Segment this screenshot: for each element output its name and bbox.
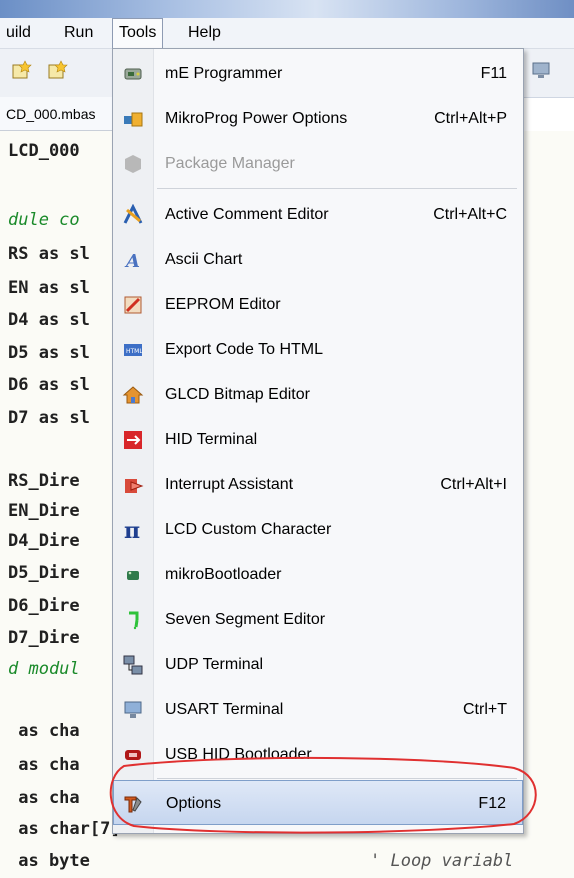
menu-item-shortcut: F12 [478,795,506,812]
menubar: uild Run Tools Help [0,18,574,50]
interrupt-icon [121,473,145,497]
pi-icon: π [121,518,145,542]
menu-item-options[interactable]: Options F12 [113,780,523,825]
menu-item-label: Export Code To HTML [165,341,323,358]
menu-item-label: Active Comment Editor [165,206,329,223]
menu-item-shortcut: Ctrl+Alt+C [433,206,507,223]
menu-tools[interactable]: Tools [112,18,164,50]
menu-item-usart-terminal[interactable]: USART Terminal Ctrl+T [113,687,523,732]
code-line: as cha [8,721,80,741]
menu-item-usb-hid-bootloader[interactable]: USB HID Bootloader [113,732,523,777]
editor-tab[interactable]: CD_000.mbas [0,97,112,131]
menu-item-mikroprog-power-options[interactable]: MikroProg Power Options Ctrl+Alt+P [113,96,523,141]
menu-item-label: HID Terminal [165,431,258,448]
code-line: D5_Dire [8,563,80,583]
menu-item-label: EEPROM Editor [165,296,281,313]
menu-item-shortcut: Ctrl+Alt+I [440,476,507,493]
svg-text:HTML: HTML [126,348,143,355]
svg-text:π: π [124,519,140,541]
menu-item-label: mE Programmer [165,65,283,82]
menu-item-label: mikroBootloader [165,566,282,583]
tools-dropdown-menu: mE Programmer F11 MikroProg Power Option… [112,48,524,834]
eeprom-icon [121,293,145,317]
monitor-icon[interactable] [530,59,552,81]
menu-run[interactable]: Run [58,18,99,48]
code-line: D5 as sl [8,343,90,363]
code-line: as cha [8,755,80,775]
menu-item-interrupt-assistant[interactable]: Interrupt Assistant Ctrl+Alt+I [113,462,523,507]
menu-item-ascii-chart[interactable]: A Ascii Chart [113,237,523,282]
code-line: EN as sl [8,278,90,298]
menu-item-eeprom-editor[interactable]: EEPROM Editor [113,282,523,327]
seven-segment-icon [121,608,145,632]
svg-text:A: A [124,251,140,271]
code-line: as char[7] [8,819,121,839]
code-line: as cha [8,788,80,808]
usb-icon [121,428,145,452]
code-line: D6_Dire [8,596,80,616]
menu-item-seven-segment-editor[interactable]: Seven Segment Editor [113,597,523,642]
menu-item-shortcut: Ctrl+Alt+P [434,110,507,127]
menu-item-active-comment-editor[interactable]: Active Comment Editor Ctrl+Alt+C [113,192,523,237]
menu-item-label: Ascii Chart [165,251,243,268]
window-title-strip [0,0,574,18]
code-line: D7 as sl [8,408,90,428]
menu-item-label: MikroProg Power Options [165,110,348,127]
menu-separator [157,778,517,779]
power-options-icon [121,107,145,131]
code-line: as byte [8,851,90,871]
menu-item-me-programmer[interactable]: mE Programmer F11 [113,51,523,96]
html-icon: HTML [121,338,145,362]
network-icon [121,653,145,677]
open-project-icon[interactable] [46,59,68,81]
menu-separator [157,188,517,189]
code-line: dule co [8,210,80,230]
menu-item-package-manager: Package Manager [113,141,523,186]
menu-item-shortcut: Ctrl+T [463,701,507,718]
code-line: D4_Dire [8,531,80,551]
code-line: RS as sl [8,244,90,264]
menu-item-label: USART Terminal [165,701,284,718]
menu-item-label: GLCD Bitmap Editor [165,386,310,403]
options-icon [121,792,145,816]
code-line: RS_Dire [8,471,80,491]
hid-bootloader-icon [121,743,145,767]
code-line: LCD_000 [8,141,80,161]
menu-help[interactable]: Help [182,18,227,48]
menu-build[interactable]: uild [0,18,37,48]
ascii-icon: A [121,248,145,272]
menu-item-label: USB HID Bootloader [165,746,312,763]
menu-item-label: LCD Custom Character [165,521,332,538]
code-comment: ' Loop variabl [370,851,514,871]
menu-item-udp-terminal[interactable]: UDP Terminal [113,642,523,687]
menu-item-hid-terminal[interactable]: HID Terminal [113,417,523,462]
comment-editor-icon [121,203,145,227]
menu-item-label: Seven Segment Editor [165,611,326,628]
menu-item-label: Options [166,795,222,812]
menu-item-label: Interrupt Assistant [165,476,294,493]
menu-item-label: Package Manager [165,155,295,172]
menu-item-glcd-bitmap-editor[interactable]: GLCD Bitmap Editor [113,372,523,417]
terminal-icon [121,698,145,722]
menu-item-mikrobootloader[interactable]: mikroBootloader [113,552,523,597]
menu-item-label: UDP Terminal [165,656,264,673]
menu-item-shortcut: F11 [480,65,507,82]
bootloader-icon [121,563,145,587]
menu-item-lcd-custom-character[interactable]: π LCD Custom Character [113,507,523,552]
code-line: d modul [8,659,80,679]
new-project-icon[interactable] [10,59,32,81]
code-line: D4 as sl [8,310,90,330]
bitmap-icon [121,383,145,407]
package-icon [121,152,145,176]
code-line: D6 as sl [8,375,90,395]
menu-item-export-code-to-html[interactable]: HTML Export Code To HTML [113,327,523,372]
code-line: EN_Dire [8,501,80,521]
programmer-icon [121,62,145,86]
code-line: D7_Dire [8,628,80,648]
